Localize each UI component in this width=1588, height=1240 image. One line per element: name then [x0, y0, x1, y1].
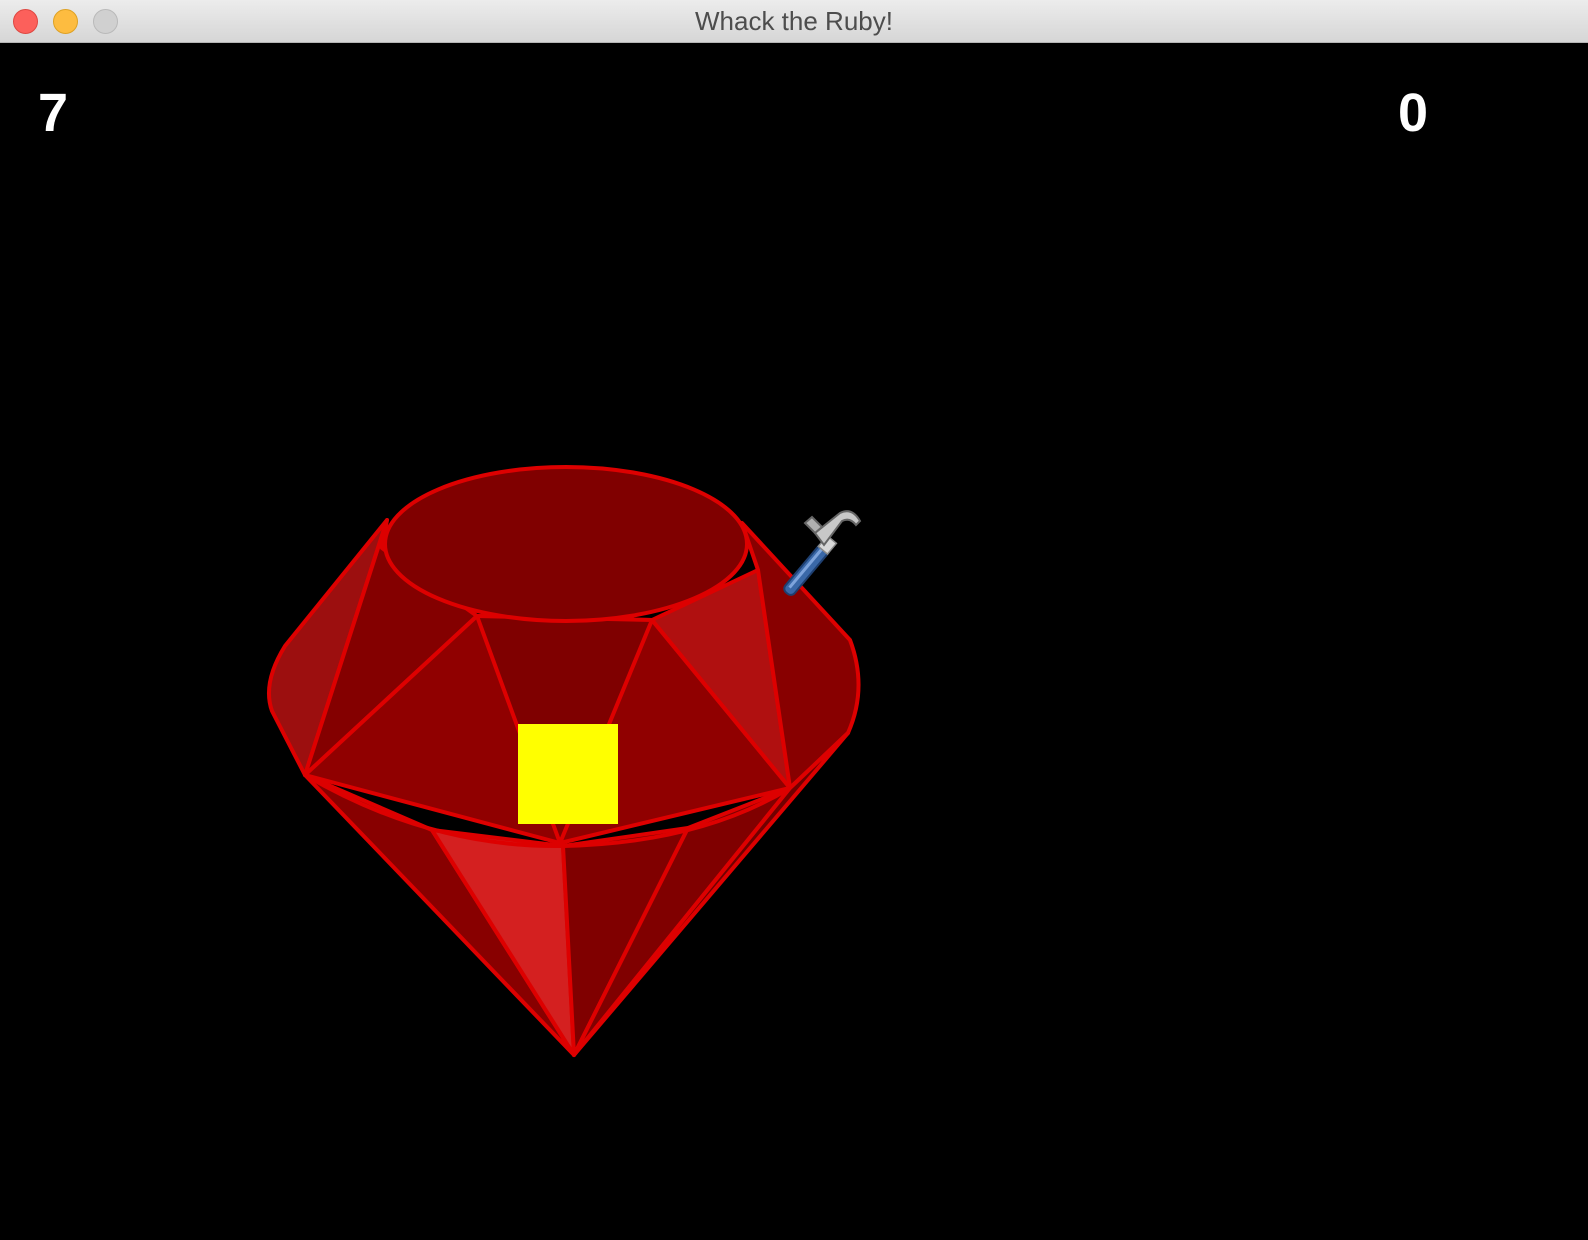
ruby-gem[interactable] — [0, 43, 1588, 1240]
window-title: Whack the Ruby! — [695, 6, 893, 36]
game-canvas[interactable]: 7 0 — [0, 43, 1588, 1240]
hammer-icon — [770, 503, 870, 603]
title-bar: Whack the Ruby! — [0, 0, 1588, 43]
game-window: Whack the Ruby! 7 0 — [0, 0, 1588, 1240]
target-square[interactable] — [518, 724, 618, 824]
